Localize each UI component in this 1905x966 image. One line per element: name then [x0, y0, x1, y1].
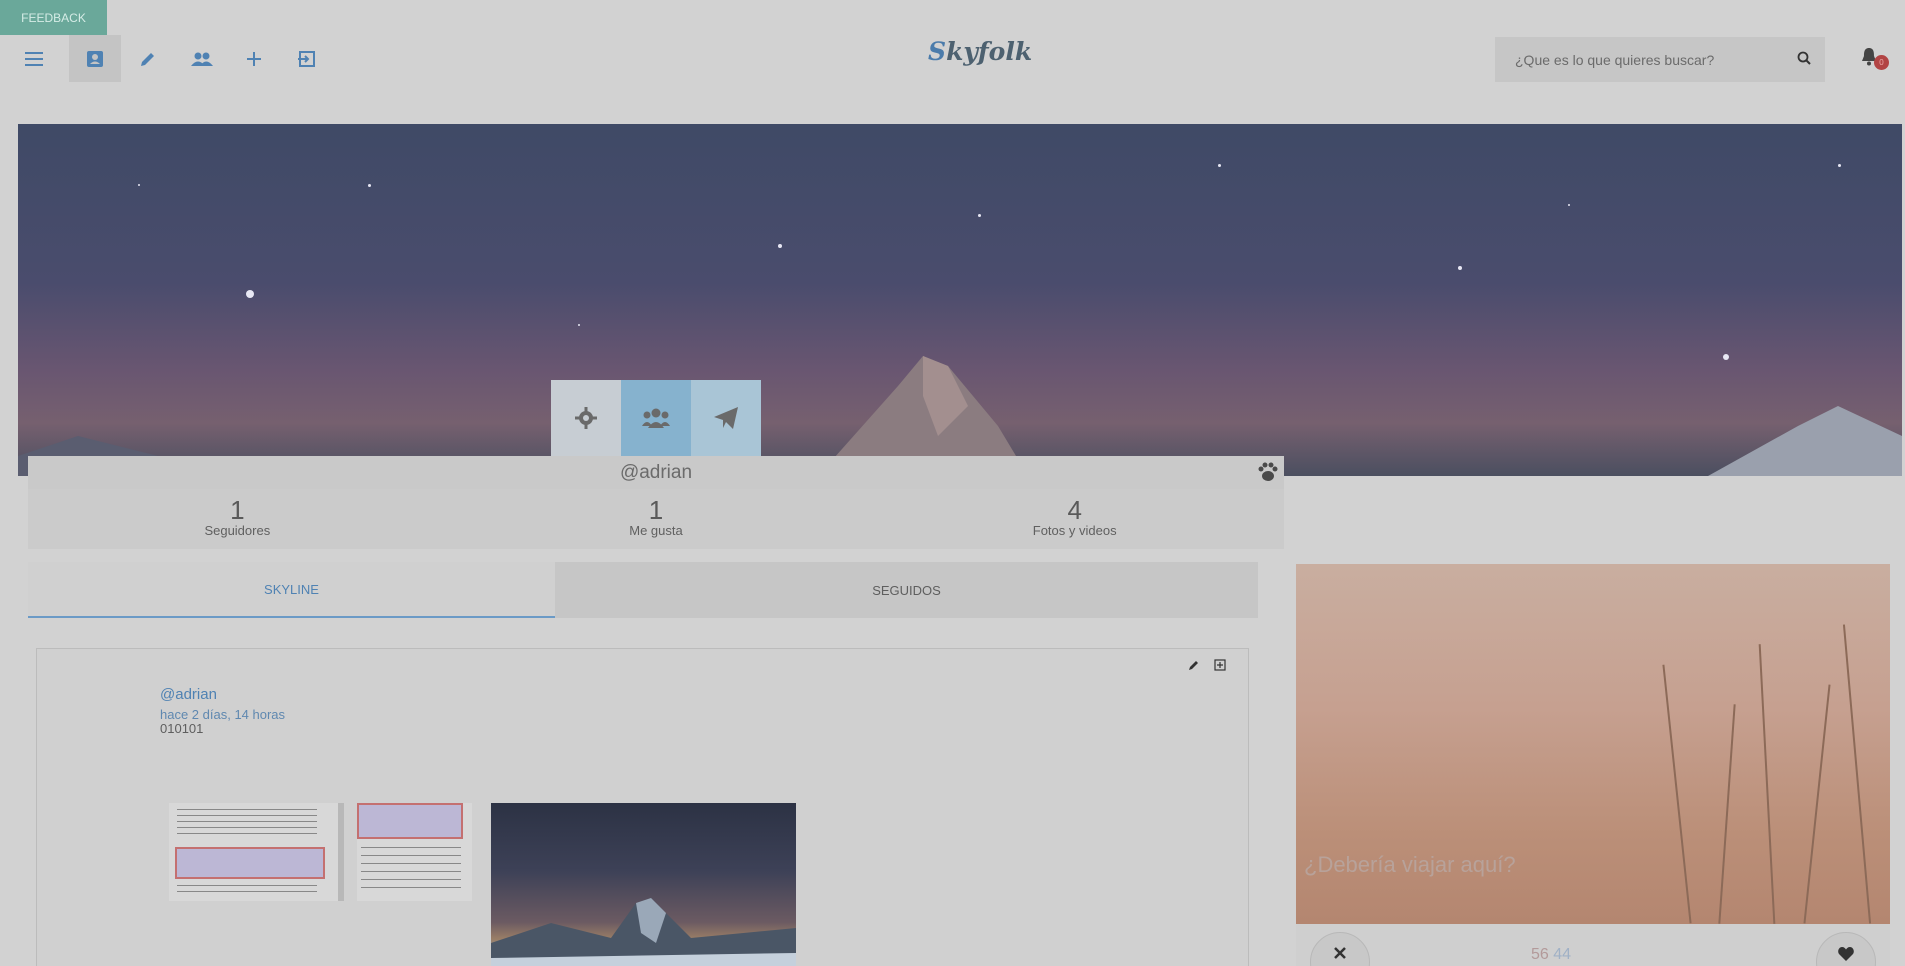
suggestion-votes: 56 44 — [1296, 924, 1890, 966]
top-navbar: Skyfolk ¿Que es lo que quieres buscar? 0 — [0, 35, 1905, 82]
post-tools — [1188, 659, 1226, 671]
brand-logo[interactable]: Skyfolk — [928, 37, 1032, 66]
stat-followers[interactable]: 1 Seguidores — [28, 489, 447, 549]
add-icon — [247, 51, 261, 66]
timeline-post: @adrian hace 2 días, 14 horas 010101 — [36, 648, 1249, 966]
post-text: 010101 — [160, 721, 204, 736]
profile-username-bar: @adrian — [28, 456, 1284, 489]
mountain-silhouette — [18, 356, 1902, 476]
logout-button[interactable] — [281, 35, 333, 82]
logout-icon — [298, 50, 315, 67]
stat-media[interactable]: 4 Fotos y videos — [865, 489, 1284, 549]
edit-post-icon[interactable] — [1188, 659, 1200, 671]
stat-value: 1 — [230, 495, 245, 525]
post-time: hace 2 días, 14 horas — [160, 707, 286, 722]
people-icon — [191, 52, 213, 66]
post-image-document-2[interactable] — [357, 803, 472, 901]
brand-logo-text: kyfolk — [946, 37, 1033, 66]
suggestion-card[interactable]: ¿Debería viajar aquí? — [1296, 564, 1890, 924]
suggestion-question: ¿Debería viajar aquí? — [1304, 852, 1516, 877]
tab-skyline[interactable]: SKYLINE — [28, 562, 555, 618]
profile-tabs: SKYLINE SEGUIDOS — [28, 562, 1258, 618]
stat-value: 4 — [1067, 495, 1082, 525]
add-button[interactable] — [228, 35, 280, 82]
send-message-button[interactable] — [691, 380, 761, 456]
stat-label: Seguidores — [204, 523, 271, 538]
edit-button[interactable] — [122, 35, 174, 82]
stat-label: Fotos y videos — [1032, 523, 1117, 538]
feedback-button[interactable]: FEEDBACK — [0, 0, 107, 35]
post-author[interactable]: @adrian — [160, 686, 217, 703]
stat-likes[interactable]: 1 Me gusta — [447, 489, 866, 549]
settings-button[interactable] — [551, 380, 621, 456]
vote-count: 56 44 — [1531, 946, 1571, 964]
tab-seguidos[interactable]: SEGUIDOS — [555, 562, 1258, 618]
menu-button[interactable] — [8, 35, 60, 82]
search-icon[interactable] — [1797, 51, 1811, 65]
close-icon — [1334, 947, 1346, 959]
paw-icon[interactable] — [1256, 460, 1280, 484]
profile-username: @adrian — [619, 462, 693, 483]
profile-button[interactable] — [69, 35, 121, 82]
notifications-button[interactable]: 0 — [1860, 47, 1889, 72]
gear-icon — [575, 407, 597, 429]
brand-logo-initial: S — [928, 37, 947, 66]
people-button[interactable] — [176, 35, 228, 82]
post-image-mountain[interactable] — [491, 803, 796, 966]
expand-post-icon[interactable] — [1214, 659, 1226, 671]
profile-icon — [87, 50, 103, 67]
heart-icon — [1838, 947, 1854, 961]
menu-icon — [25, 51, 43, 66]
search-placeholder: ¿Que es lo que quieres buscar? — [1515, 51, 1715, 68]
stat-value: 1 — [648, 495, 664, 525]
like-button[interactable] — [1816, 932, 1876, 966]
search-input[interactable]: ¿Que es lo que quieres buscar? — [1495, 37, 1825, 82]
cover-image — [18, 124, 1902, 476]
group-icon — [642, 408, 670, 428]
dislike-button[interactable] — [1310, 932, 1370, 966]
likes-count: 56 — [1531, 946, 1549, 963]
friends-button[interactable] — [621, 380, 691, 456]
profile-actions — [551, 380, 761, 456]
paper-plane-icon — [714, 407, 738, 429]
post-image-document-1[interactable] — [169, 803, 344, 901]
dislikes-count: 44 — [1553, 946, 1572, 963]
profile-stats: 1 Seguidores 1 Me gusta 4 Fotos y videos — [28, 489, 1284, 549]
notification-badge: 0 — [1874, 55, 1889, 70]
edit-icon — [141, 52, 154, 66]
photo-mountain-shape — [491, 898, 796, 966]
stat-label: Me gusta — [629, 523, 683, 538]
